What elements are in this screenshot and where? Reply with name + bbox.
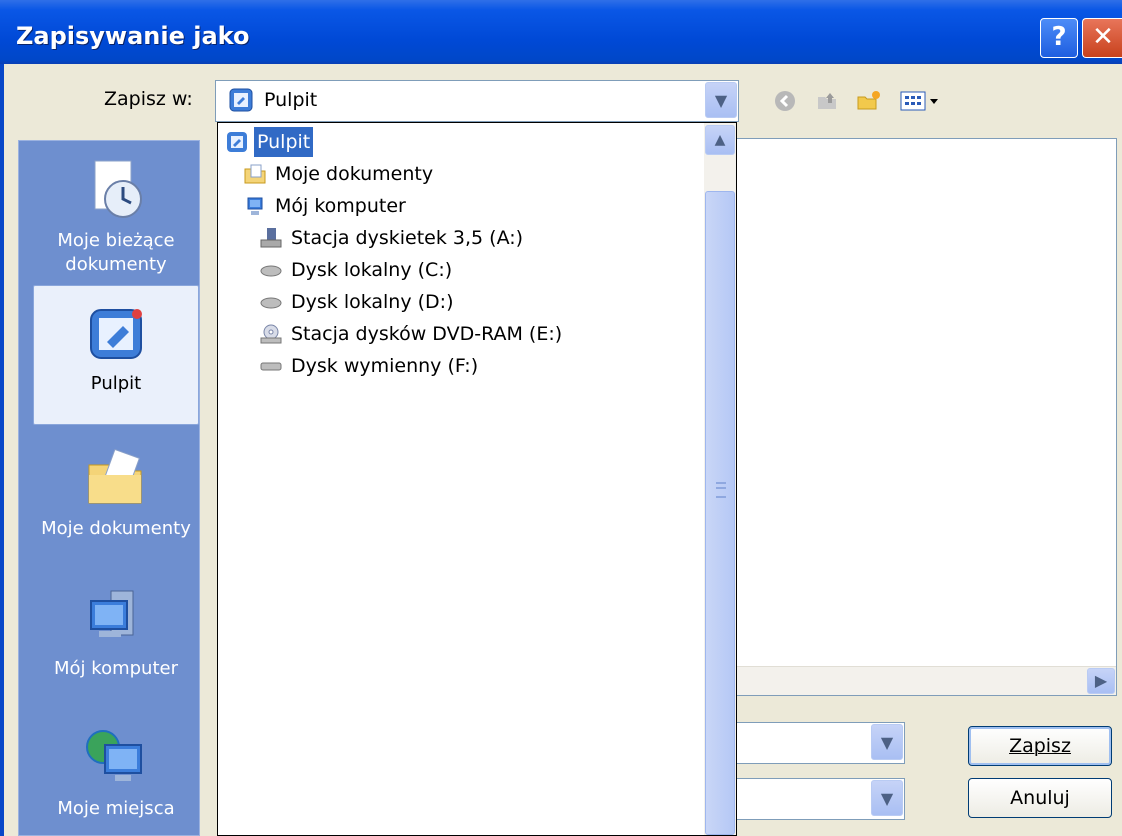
vertical-scrollbar[interactable]: ▲ xyxy=(704,123,736,835)
dropdown-item-my-computer[interactable]: Mój komputer xyxy=(244,191,409,221)
place-recent-documents[interactable]: Moje bieżące dokumenty xyxy=(33,157,199,277)
desktop-icon xyxy=(228,87,254,118)
dropdown-item-drive-d[interactable]: Dysk lokalny (D:) xyxy=(260,287,457,317)
scrollbar-thumb[interactable] xyxy=(705,191,735,835)
dropdown-item-label: Dysk lokalny (D:) xyxy=(291,291,454,313)
view-menu-icon[interactable] xyxy=(898,88,946,114)
network-places-icon xyxy=(83,725,149,791)
my-computer-icon xyxy=(244,195,266,217)
chevron-down-icon[interactable]: ▼ xyxy=(871,724,903,760)
chevron-down-icon[interactable]: ▼ xyxy=(871,780,903,816)
back-icon[interactable] xyxy=(772,88,798,114)
place-label: Moje bieżące dokumenty xyxy=(57,230,175,275)
window-title: Zapisywanie jako xyxy=(16,22,250,50)
hard-drive-icon xyxy=(260,291,282,313)
dropdown-item-desktop[interactable]: Pulpit xyxy=(226,127,314,157)
title-bar: Zapisywanie jako ? ✕ xyxy=(0,0,1122,64)
desktop-icon xyxy=(83,300,149,366)
my-documents-icon xyxy=(83,445,149,511)
dropdown-item-label: Stacja dysków DVD-RAM (E:) xyxy=(291,323,563,345)
file-type-combobox[interactable]: ▼ xyxy=(735,778,905,820)
grip-icon xyxy=(716,482,726,498)
place-label: Moje dokumenty xyxy=(41,518,191,539)
chevron-down-icon[interactable]: ▼ xyxy=(705,82,737,118)
dropdown-item-drive-c[interactable]: Dysk lokalny (C:) xyxy=(260,255,455,285)
my-computer-icon xyxy=(83,585,149,651)
toolbar xyxy=(772,88,946,114)
place-desktop[interactable]: Pulpit xyxy=(33,285,199,425)
my-documents-icon xyxy=(244,163,266,185)
places-bar: Moje bieżące dokumenty Pulpit Moje dokum… xyxy=(18,140,200,836)
file-name-combobox[interactable]: ▼ xyxy=(735,722,905,764)
place-my-documents[interactable]: Moje dokumenty xyxy=(33,445,199,541)
save-in-value: Pulpit xyxy=(264,89,318,111)
place-label: Moje miejsca xyxy=(57,798,175,819)
dropdown-item-label: Stacja dyskietek 3,5 (A:) xyxy=(291,227,524,249)
hard-drive-icon xyxy=(260,259,282,281)
file-list[interactable]: ▶ xyxy=(735,138,1117,696)
save-in-label: Zapisz w: xyxy=(104,88,193,110)
floppy-drive-icon xyxy=(260,227,282,249)
cancel-button[interactable]: Anuluj xyxy=(968,778,1112,818)
removable-drive-icon xyxy=(260,355,282,377)
window-frame xyxy=(0,64,4,836)
new-folder-icon[interactable] xyxy=(856,88,882,114)
dropdown-item-label: Dysk wymienny (F:) xyxy=(291,355,479,377)
chevron-right-icon[interactable]: ▶ xyxy=(1087,668,1115,694)
dropdown-item-label: Dysk lokalny (C:) xyxy=(291,259,453,281)
help-button[interactable]: ? xyxy=(1040,18,1078,58)
dropdown-item-my-documents[interactable]: Moje dokumenty xyxy=(244,159,436,189)
place-label: Pulpit xyxy=(90,373,142,394)
dvd-drive-icon xyxy=(260,323,282,345)
up-folder-icon[interactable] xyxy=(814,88,840,114)
dropdown-item-floppy[interactable]: Stacja dyskietek 3,5 (A:) xyxy=(260,223,526,253)
close-button[interactable]: ✕ xyxy=(1082,18,1122,58)
horizontal-scrollbar[interactable]: ▶ xyxy=(736,666,1116,695)
desktop-icon xyxy=(226,131,248,153)
chevron-up-icon[interactable]: ▲ xyxy=(705,125,735,155)
save-button-label: Zapisz xyxy=(1009,735,1071,757)
place-my-computer[interactable]: Mój komputer xyxy=(33,585,199,681)
dropdown-item-label: Pulpit xyxy=(254,127,314,157)
save-button[interactable]: Zapisz xyxy=(968,726,1112,766)
save-in-combobox[interactable]: Pulpit ▼ xyxy=(215,80,739,122)
place-label: Mój komputer xyxy=(54,658,178,679)
place-network-places[interactable]: Moje miejsca xyxy=(33,725,199,821)
dropdown-item-label: Moje dokumenty xyxy=(275,163,434,185)
recent-documents-icon xyxy=(83,157,149,223)
dropdown-item-removable[interactable]: Dysk wymienny (F:) xyxy=(260,351,481,381)
dropdown-item-dvd[interactable]: Stacja dysków DVD-RAM (E:) xyxy=(260,319,565,349)
save-in-dropdown-list: Pulpit Moje dokumenty Mój komputer Stacj… xyxy=(217,122,737,836)
dropdown-item-label: Mój komputer xyxy=(275,195,406,217)
